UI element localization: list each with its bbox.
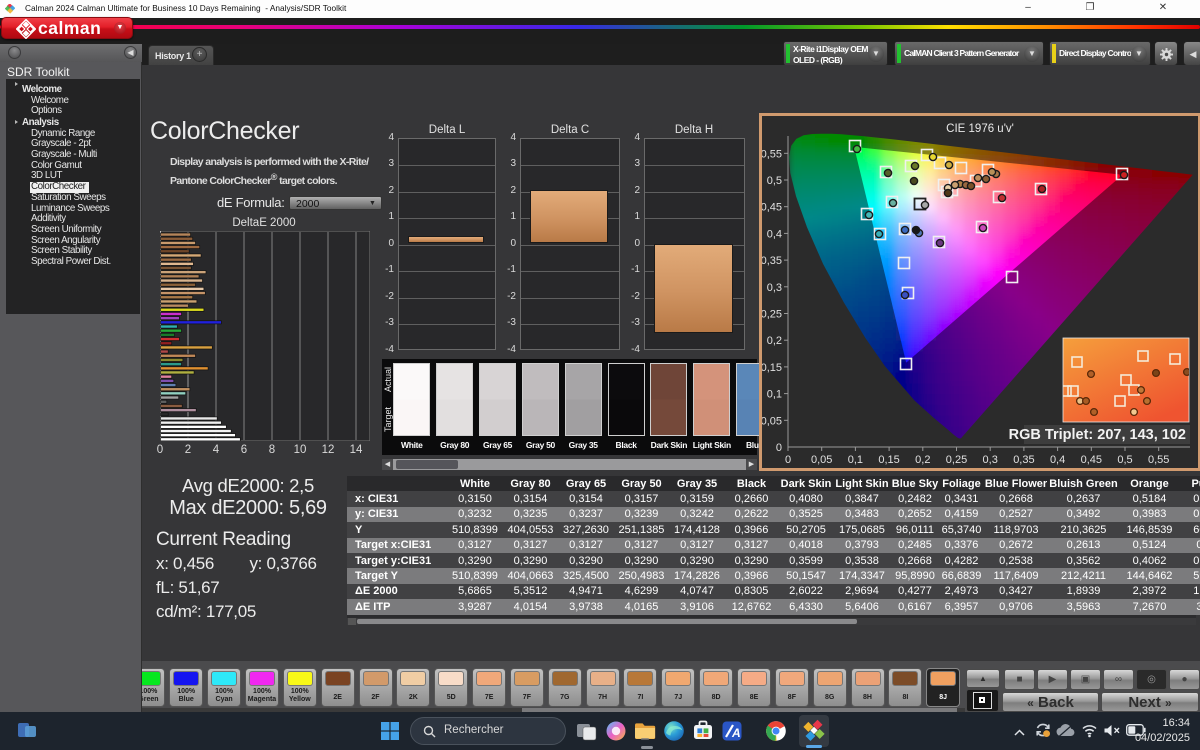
svg-text:0,35: 0,35 (1013, 454, 1034, 466)
svg-text:0: 0 (785, 454, 791, 466)
svg-text:0,05: 0,05 (811, 454, 832, 466)
svg-text:0,2: 0,2 (767, 335, 782, 347)
svg-text:0,45: 0,45 (762, 202, 782, 214)
svg-text:0,45: 0,45 (1081, 454, 1102, 466)
svg-text:0,5: 0,5 (1117, 454, 1132, 466)
svg-text:0,1: 0,1 (767, 389, 782, 401)
svg-text:0: 0 (776, 442, 782, 454)
svg-text:CIE 1976 u'v': CIE 1976 u'v' (946, 123, 1014, 135)
svg-text:0,4: 0,4 (767, 228, 782, 240)
svg-text:0,15: 0,15 (762, 362, 782, 374)
svg-text:0,05: 0,05 (762, 415, 782, 427)
svg-text:0,2: 0,2 (915, 454, 930, 466)
svg-text:0,15: 0,15 (878, 454, 899, 466)
svg-text:0,3: 0,3 (983, 454, 998, 466)
svg-text:0,5: 0,5 (767, 175, 782, 187)
svg-text:0,1: 0,1 (848, 454, 863, 466)
svg-text:A: A (731, 726, 741, 740)
svg-text:0,35: 0,35 (762, 255, 782, 267)
svg-text:0,3: 0,3 (767, 282, 782, 294)
svg-text:0,55: 0,55 (762, 148, 782, 160)
svg-text:RGB Triplet: 207, 143, 102: RGB Triplet: 207, 143, 102 (1009, 427, 1190, 443)
svg-text:0,25: 0,25 (946, 454, 967, 466)
svg-text:0,4: 0,4 (1050, 454, 1065, 466)
svg-text:0,25: 0,25 (762, 309, 782, 321)
svg-text:0,55: 0,55 (1148, 454, 1169, 466)
